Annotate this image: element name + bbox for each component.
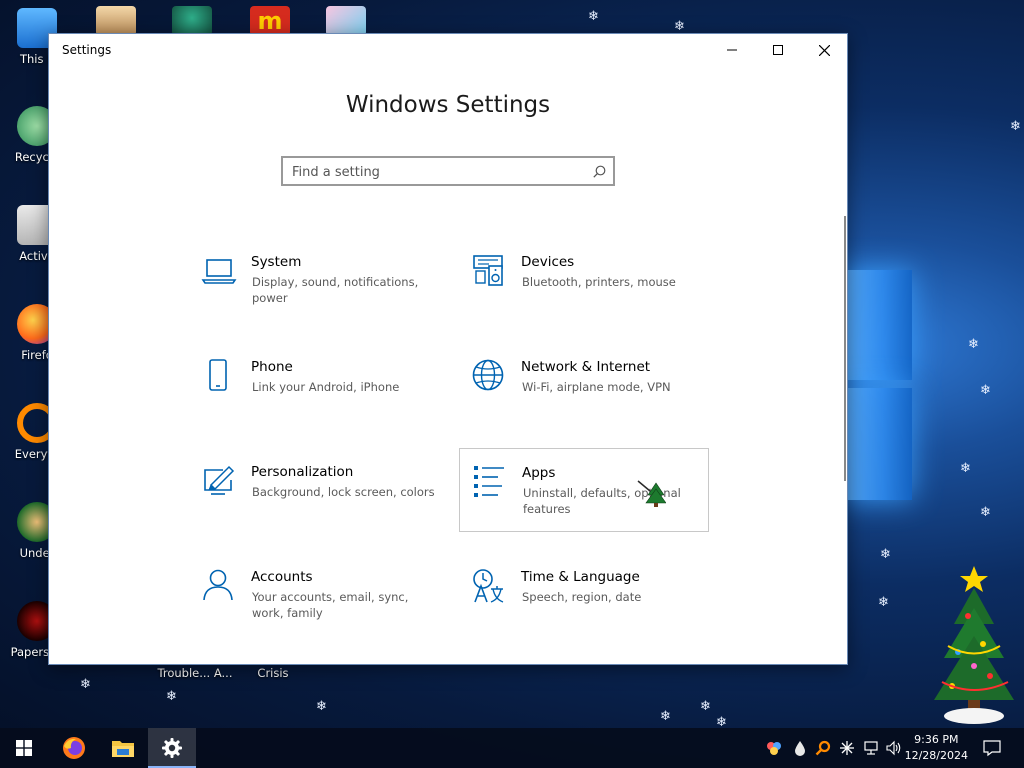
desktop-icon-label: Crisis [257, 666, 289, 680]
close-button[interactable] [801, 34, 847, 66]
desktop-icon-label: Trouble... A... [157, 666, 233, 680]
category-network-internet[interactable]: Network & Internet Wi-Fi, airplane mode,… [471, 359, 721, 443]
windows-start-icon [16, 740, 32, 756]
snowflake-icon: ❄ [880, 547, 891, 562]
snowflake-icon: ❄ [1010, 119, 1021, 134]
snowflake-icon: ❄ [980, 383, 991, 398]
desktop-shortcut-1-icon[interactable] [96, 6, 136, 36]
apps-list-icon [474, 466, 504, 497]
window-title: Settings [62, 43, 112, 57]
volume-icon[interactable] [886, 740, 902, 756]
snowflake-icon: ❄ [80, 677, 91, 692]
maximize-icon [773, 45, 783, 55]
app-tray-icon[interactable] [766, 740, 782, 756]
network-icon[interactable] [863, 740, 879, 756]
desktop-shortcut-2-icon[interactable] [172, 6, 212, 36]
notifications-icon[interactable] [983, 739, 1001, 757]
paint-icon [204, 465, 235, 495]
category-description: Display, sound, notifications, power [252, 275, 419, 305]
minimize-button[interactable] [709, 34, 755, 66]
category-name: Apps [522, 465, 556, 481]
snowflake-icon: ❄ [674, 19, 685, 34]
category-name: Time & Language [521, 569, 640, 585]
category-description: Your accounts, email, sync, work, family [252, 590, 409, 620]
snowflake-icon: ❄ [968, 337, 979, 352]
category-name: Phone [251, 359, 293, 375]
category-apps[interactable]: Apps Uninstall, defaults, optional featu… [459, 448, 709, 532]
search-input[interactable] [292, 163, 572, 181]
category-personalization[interactable]: Personalization Background, lock screen,… [201, 464, 451, 548]
category-name: Personalization [251, 464, 354, 480]
water-drop-icon[interactable] [792, 740, 808, 756]
snowflake-icon: ❄ [878, 595, 889, 610]
snowflake-tray-icon[interactable] [839, 740, 855, 756]
snowflake-icon: ❄ [660, 709, 671, 724]
category-description: Bluetooth, printers, mouse [522, 275, 676, 289]
page-title: Windows Settings [345, 92, 551, 118]
tree-cursor-icon [637, 480, 666, 507]
person-icon [203, 569, 233, 601]
desktop-icon-crisis[interactable]: Crisis [238, 666, 308, 680]
category-description: Wi-Fi, airplane mode, VPN [522, 380, 671, 394]
category-name: Devices [521, 254, 575, 270]
snowflake-icon: ❄ [316, 699, 327, 714]
mcdonalds-icon[interactable]: m [250, 6, 290, 36]
clock-time: 9:36 PM [914, 733, 959, 746]
snowflake-icon: ❄ [700, 699, 711, 714]
firefox-icon [63, 737, 85, 759]
minimize-icon [727, 49, 737, 51]
christmas-tree-icon [934, 566, 1014, 724]
category-description: Background, lock screen, colors [252, 485, 435, 499]
folder-icon [112, 741, 134, 757]
taskbar-file-explorer[interactable] [99, 728, 147, 768]
category-description: Link your Android, iPhone [252, 380, 400, 394]
devices-icon [473, 255, 503, 286]
globe-icon [472, 359, 504, 391]
snowflake-icon: ❄ [960, 461, 971, 476]
category-name: Accounts [251, 569, 313, 585]
gear-icon [162, 738, 182, 758]
category-name: Network & Internet [521, 359, 651, 375]
close-icon [818, 44, 830, 56]
taskbar: 9:36 PM 12/28/2024 [0, 728, 1024, 768]
snowflake-icon: ❄ [588, 9, 599, 24]
everything-search-icon[interactable] [815, 740, 831, 756]
category-system[interactable]: System Display, sound, notifications, po… [201, 254, 451, 338]
category-accounts[interactable]: Accounts Your accounts, email, sync, wor… [201, 569, 451, 653]
settings-window: Settings Windows Settings System Display… [48, 33, 848, 665]
title-bar[interactable]: Settings [49, 34, 847, 66]
search-icon [593, 165, 606, 178]
time-language-icon [473, 569, 504, 603]
maximize-button[interactable] [755, 34, 801, 66]
desktop-shortcut-4-icon[interactable] [326, 6, 366, 36]
clock-date: 12/28/2024 [904, 749, 968, 762]
taskbar-firefox[interactable] [50, 728, 98, 768]
taskbar-settings[interactable] [148, 728, 196, 768]
category-devices[interactable]: Devices Bluetooth, printers, mouse [471, 254, 721, 338]
category-description: Speech, region, date [522, 590, 642, 604]
snowflake-icon: ❄ [980, 505, 991, 520]
snowflake-icon: ❄ [166, 689, 177, 704]
windows-logo-wallpaper [840, 240, 920, 510]
search-box[interactable] [281, 156, 615, 186]
desktop-icon-trouble[interactable]: Trouble... A... [150, 666, 240, 680]
category-time-language[interactable]: Time & Language Speech, region, date [471, 569, 721, 653]
start-button[interactable] [0, 728, 48, 768]
phone-icon [209, 359, 227, 391]
category-phone[interactable]: Phone Link your Android, iPhone [201, 359, 451, 443]
taskbar-clock[interactable]: 9:36 PM 12/28/2024 [905, 732, 968, 764]
scrollbar[interactable] [844, 216, 846, 481]
laptop-icon [201, 259, 237, 284]
category-name: System [251, 254, 302, 270]
